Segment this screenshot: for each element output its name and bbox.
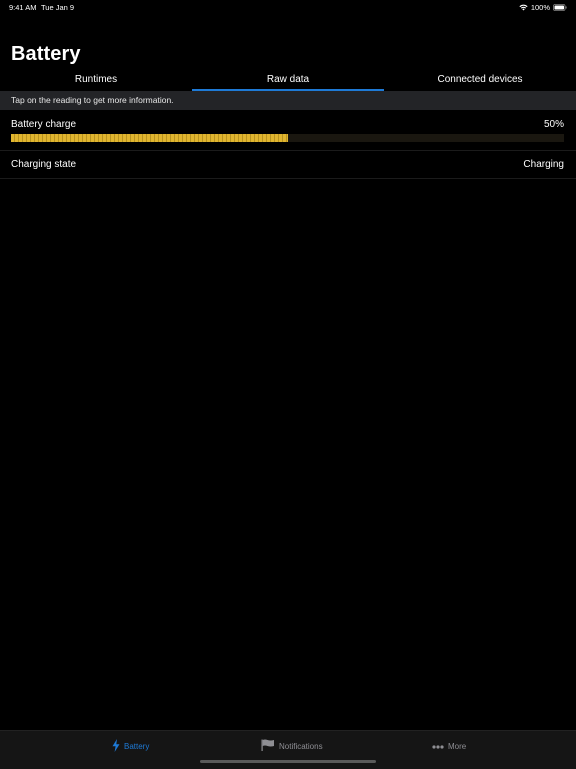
tab-runtimes[interactable]: Runtimes — [0, 71, 192, 91]
bottom-tab-bar: Battery Notifications More — [0, 730, 576, 769]
tab-connected-devices[interactable]: Connected devices — [384, 71, 576, 91]
hint-banner: Tap on the reading to get more informati… — [0, 91, 576, 110]
charging-state-value: Charging — [523, 159, 564, 170]
charging-state-label: Charging state — [11, 159, 77, 170]
battery-charge-fill — [11, 134, 288, 142]
battery-charge-bar — [11, 134, 564, 142]
battery-icon — [553, 4, 567, 11]
battery-charge-label: Battery charge — [11, 119, 77, 130]
wifi-icon — [519, 4, 528, 11]
tabbar-notifications-label: Notifications — [279, 741, 323, 751]
tabbar-more[interactable]: More — [432, 739, 466, 753]
tab-raw-data[interactable]: Raw data — [192, 71, 384, 91]
home-indicator — [200, 760, 376, 763]
bolt-icon — [112, 738, 120, 754]
page-title: Battery — [11, 43, 81, 65]
tabbar-notifications[interactable]: Notifications — [261, 739, 323, 753]
segment-tabs: Runtimes Raw data Connected devices — [0, 71, 576, 91]
battery-charge-row[interactable]: Battery charge 50% — [0, 110, 576, 151]
tabbar-battery[interactable]: Battery — [112, 738, 150, 754]
status-time: 9:41 AM — [9, 3, 37, 12]
tabbar-more-label: More — [448, 741, 467, 751]
battery-percent: 100% — [530, 3, 550, 12]
flag-icon — [261, 739, 275, 753]
status-right: 100% — [519, 3, 567, 12]
charging-state-row[interactable]: Charging state Charging — [0, 151, 576, 179]
tabbar-battery-label: Battery — [124, 741, 150, 751]
ellipsis-icon — [432, 742, 444, 751]
status-date: Tue Jan 9 — [41, 3, 75, 12]
status-bar: 9:41 AM Tue Jan 9 100% — [0, 0, 576, 14]
battery-charge-value: 50% — [543, 119, 564, 130]
